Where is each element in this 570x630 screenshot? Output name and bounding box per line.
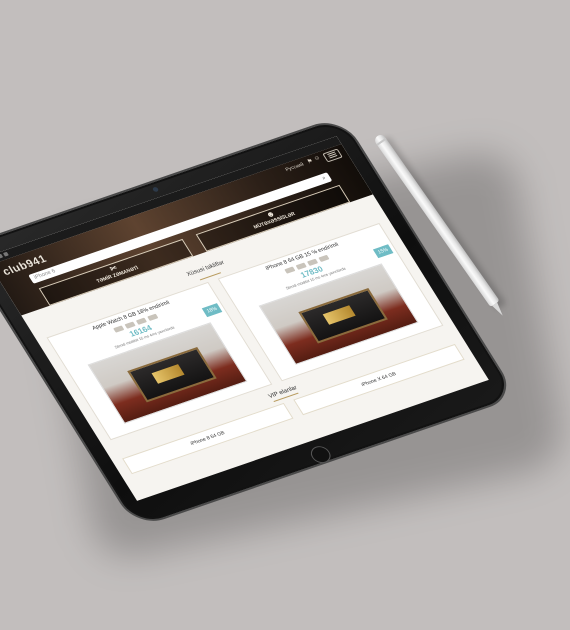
youtube-icon[interactable] — [2, 251, 9, 257]
front-camera — [151, 186, 160, 193]
hamburger-menu-button[interactable] — [322, 148, 343, 163]
language-selector[interactable]: Русский — [284, 162, 305, 173]
search-input[interactable]: iPhone 6 — [33, 268, 57, 280]
vip-listing-label: iPhone X 64 GB — [360, 371, 398, 389]
account-icon[interactable]: ☺ — [313, 155, 322, 162]
search-icon[interactable]: ⌕ — [321, 175, 328, 182]
vip-listing-label: iPhone 8 64 GB — [189, 430, 227, 447]
instagram-icon[interactable] — [0, 253, 3, 259]
scene: club941 Русский ⚑ ☺ iPhone 6 ⌕ ✂ TƏMİR Z… — [0, 0, 570, 630]
